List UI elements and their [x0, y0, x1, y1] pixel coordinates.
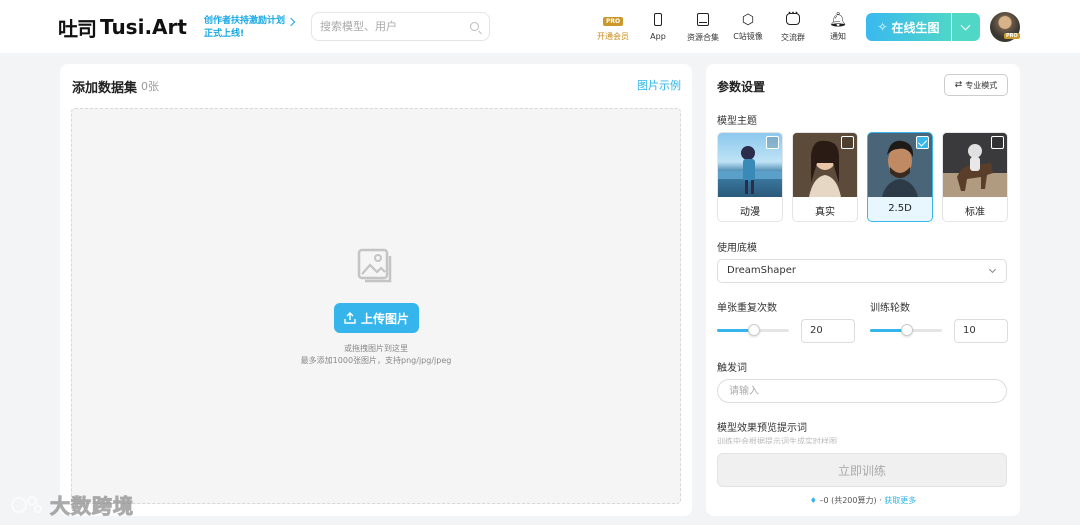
upload-dropzone[interactable]: 上传图片 或拖拽图片到这里 最多添加1000张图片，支持png/jpg/jpeg: [71, 108, 681, 504]
format-hint: 最多添加1000张图片，支持png/jpg/jpeg: [300, 356, 452, 365]
repeat-count-slider[interactable]: [717, 324, 789, 336]
search-icon[interactable]: [470, 22, 479, 31]
generate-dropdown-button[interactable]: [952, 13, 980, 41]
credits-info: ♦ –0 (共200算力) · 获取更多: [706, 495, 1020, 506]
theme-anime-checkbox[interactable]: [766, 136, 779, 149]
repeat-count-input[interactable]: 20: [801, 319, 855, 343]
trigger-word-input[interactable]: [717, 379, 1007, 403]
pro-mode-button[interactable]: ⇄ 专业模式: [944, 74, 1008, 96]
nav-vip-label: 开通会员: [597, 32, 629, 41]
chat-icon: [786, 9, 800, 25]
theme-standard-label: 标准: [965, 207, 985, 218]
model-theme-label: 模型主题: [717, 116, 757, 127]
swap-icon: ⇄: [954, 80, 963, 90]
theme-2-5d-label: 2.5D: [888, 203, 912, 214]
start-training-button[interactable]: 立即训练: [717, 453, 1007, 487]
promo-line-1: 创作者扶持激励计划: [204, 16, 286, 26]
theme-realistic-label: 真实: [815, 207, 835, 218]
pro-badge-icon: PRO: [590, 12, 636, 28]
watermark: 大数跨境: [10, 490, 134, 519]
nav-notifications[interactable]: 🔔︎ 通知: [815, 12, 861, 42]
nav-community-label: 交流群: [781, 33, 805, 42]
theme-card-2-5d[interactable]: 2.5D: [867, 132, 933, 222]
nav-mirror-label: C站镜像: [733, 32, 763, 41]
base-model-select[interactable]: DreamShaper: [717, 259, 1007, 283]
generate-online-button[interactable]: ✧ 在线生图: [866, 13, 951, 41]
theme-2-5d-checkbox[interactable]: [916, 136, 929, 149]
credits-text: –0 (共200算力) ·: [819, 496, 882, 505]
theme-card-realistic[interactable]: 真实: [792, 132, 858, 222]
params-title: 参数设置: [717, 80, 766, 94]
image-example-link[interactable]: 图片示例: [637, 77, 681, 93]
preview-prompt-hint: 训练中会根据提示词生成实时样图: [717, 437, 837, 444]
promo-banner[interactable]: 创作者扶持激励计划 正式上线!: [204, 15, 285, 41]
trigger-word-label: 触发词: [717, 363, 747, 374]
promo-line-2: 正式上线!: [204, 29, 245, 39]
epochs-input[interactable]: 10: [954, 319, 1008, 343]
nav-vip[interactable]: PRO 开通会员: [590, 12, 636, 42]
repeat-slider-thumb[interactable]: [748, 324, 760, 336]
chevron-right-icon[interactable]: [286, 17, 296, 27]
theme-standard-checkbox[interactable]: [991, 136, 1004, 149]
bell-icon: 🔔︎: [829, 12, 847, 28]
nav-resources[interactable]: 资源合集: [680, 12, 726, 42]
generate-online-label: 在线生图: [891, 20, 940, 35]
theme-realistic-checkbox[interactable]: [841, 136, 854, 149]
magic-wand-icon: ✧: [877, 20, 888, 34]
avatar-pro-badge: PRO: [1004, 33, 1020, 39]
theme-card-anime[interactable]: 动漫: [717, 132, 783, 222]
nav-app-label: App: [650, 32, 666, 41]
credit-gem-icon: ♦: [809, 496, 817, 505]
book-icon: [697, 13, 709, 26]
nav-resources-label: 资源合集: [687, 33, 719, 42]
theme-anime-label: 动漫: [740, 207, 760, 218]
get-more-link[interactable]: 获取更多: [884, 496, 916, 505]
watermark-logo-icon: [11, 495, 42, 513]
params-panel: 参数设置 ⇄ 专业模式 模型主题 动漫 真实 2.5D 标准 使用底模 Drea…: [706, 64, 1020, 516]
nav-mirror[interactable]: ⬡ C站镜像: [725, 12, 771, 42]
phone-icon: [654, 13, 662, 26]
search-box[interactable]: [311, 12, 490, 41]
repeat-count-label: 单张重复次数: [717, 303, 777, 314]
base-model-label: 使用底模: [717, 243, 757, 254]
pro-mode-label: 专业模式: [965, 80, 998, 90]
logo-en-text: Tusi.Art: [100, 15, 187, 39]
epochs-slider[interactable]: [870, 324, 942, 336]
image-placeholder-icon: [357, 248, 392, 283]
upload-images-label: 上传图片: [360, 311, 409, 326]
theme-card-standard[interactable]: 标准: [942, 132, 1008, 222]
watermark-text: 大数跨境: [50, 494, 134, 519]
epochs-label: 训练轮数: [870, 303, 910, 314]
site-logo[interactable]: 吐司 Tusi.Art: [58, 13, 187, 41]
hexagon-c-icon: ⬡: [741, 12, 755, 28]
nav-community[interactable]: 交流群: [770, 9, 816, 42]
epochs-slider-thumb[interactable]: [901, 324, 913, 336]
drag-hint: 或拖拽图片到这里: [344, 344, 408, 353]
logo-cn-text: 吐司: [58, 16, 97, 41]
upload-images-button[interactable]: 上传图片: [334, 303, 419, 333]
preview-prompt-label: 模型效果预览提示词: [717, 423, 807, 434]
nav-app[interactable]: App: [635, 12, 681, 42]
top-header: 吐司 Tusi.Art 创作者扶持激励计划 正式上线! PRO 开通会员 App…: [0, 0, 1080, 53]
dataset-title: 添加数据集: [72, 81, 138, 96]
dataset-count: 0张: [141, 80, 159, 93]
nav-notifications-label: 通知: [830, 32, 846, 41]
upload-icon: [344, 312, 356, 324]
dataset-panel: 添加数据集 0张 图片示例 上传图片 或拖拽图片到这里 最多添加1000张图片，…: [60, 64, 692, 516]
search-input[interactable]: [320, 13, 460, 40]
